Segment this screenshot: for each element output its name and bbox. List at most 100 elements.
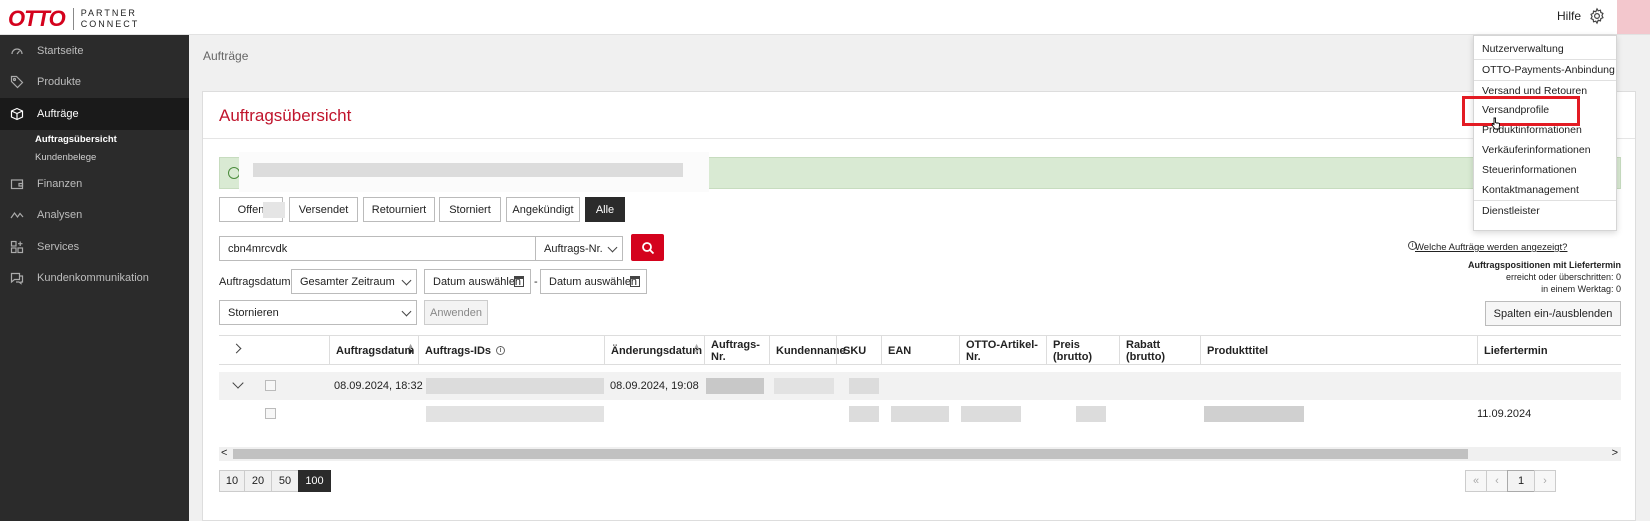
redacted-message (253, 163, 683, 177)
menu-item-verkaeuferinformationen[interactable]: Verkäuferinformationen (1474, 140, 1616, 160)
search-button[interactable] (631, 234, 664, 261)
column-label: EAN (888, 344, 912, 357)
logo-subtitle: PARTNER CONNECT (81, 8, 140, 30)
sidebar-subitem-kundenbelege[interactable]: Kundenbelege (35, 152, 96, 163)
table-row[interactable]: 08.09.2024, 18:32 08.09.2024, 19:08 (219, 372, 1621, 400)
column-label: SKU (843, 344, 867, 357)
grid-plus-icon (10, 240, 24, 254)
column-preis[interactable]: Preis (brutto) (1046, 336, 1119, 365)
delivery-info-line1: erreicht oder überschritten: 0 (1505, 272, 1621, 282)
scroll-thumb[interactable] (233, 449, 1468, 459)
help-link[interactable]: Hilfe (1557, 9, 1581, 23)
logo-sub-line2: CONNECT (80, 19, 140, 29)
chevron-down-icon (607, 242, 618, 253)
date-range-value: Gesamter Zeitraum (300, 276, 395, 288)
calendar-icon[interactable] (514, 276, 524, 287)
tab-retourniert[interactable]: Retourniert (363, 197, 435, 222)
column-liefertermin[interactable]: Liefertermin (1477, 336, 1621, 365)
column-sku[interactable]: SKU (836, 336, 881, 365)
menu-item-nutzerverwaltung[interactable]: Nutzerverwaltung (1474, 39, 1616, 59)
row-checkbox[interactable] (265, 380, 276, 391)
sidebar-item-kundenkommunikation[interactable]: Kundenkommunikation (0, 262, 189, 294)
redacted-price (1076, 406, 1106, 422)
table-row[interactable]: 11.09.2024 (219, 400, 1621, 428)
bulk-action-value: Stornieren (228, 307, 279, 319)
logo-brand: OTTO (8, 6, 66, 31)
page-size-100[interactable]: 100 (298, 470, 331, 492)
order-date: 08.09.2024, 18:32 (334, 380, 423, 392)
gear-icon[interactable] (1588, 7, 1606, 25)
search-icon (641, 241, 654, 254)
pager-prev[interactable]: ‹ (1486, 470, 1508, 492)
bulk-action-select[interactable]: Stornieren (219, 300, 417, 325)
scroll-right-icon[interactable]: > (1612, 447, 1618, 459)
redacted-sku (849, 378, 879, 394)
search-input[interactable]: cbn4mrcvdk (219, 236, 536, 261)
sidebar-item-produkte[interactable]: Produkte (0, 66, 189, 98)
sidebar-item-auftraege[interactable]: Aufträge (0, 98, 189, 130)
page-size-20[interactable]: 20 (244, 470, 272, 492)
column-ean[interactable]: EAN (881, 336, 959, 365)
sidebar-item-finanzen[interactable]: Finanzen (0, 168, 189, 200)
sidebar-item-startseite[interactable]: Startseite (0, 35, 189, 67)
date-to-placeholder: Datum auswählen (549, 276, 638, 288)
apply-label: Anwenden (430, 306, 482, 319)
speedometer-icon (10, 44, 24, 58)
chevron-down-icon[interactable] (232, 377, 244, 389)
main-content: Aufträge Auftragsübersicht Offen Versend… (189, 35, 1650, 521)
search-type-select[interactable]: Auftrags-Nr. (535, 236, 623, 261)
page-size-50[interactable]: 50 (271, 470, 299, 492)
pager-next[interactable]: › (1534, 470, 1556, 492)
chart-line-icon (10, 208, 24, 222)
tab-alle[interactable]: Alle (585, 197, 625, 222)
sidebar-item-analysen[interactable]: Analysen (0, 199, 189, 231)
menu-item-kontaktmanagement[interactable]: Kontaktmanagement (1474, 180, 1616, 200)
column-rabatt[interactable]: Rabatt (brutto) (1119, 336, 1200, 365)
column-kundenname[interactable]: Kundenname (769, 336, 846, 365)
redacted-order-id (426, 378, 604, 394)
date-to-field[interactable]: Datum auswählen (540, 269, 647, 294)
tab-storniert[interactable]: Storniert (439, 197, 501, 222)
page-size-10[interactable]: 10 (219, 470, 245, 492)
apply-button[interactable]: Anwenden (424, 300, 488, 325)
column-label: Änderungsdatum (611, 344, 703, 357)
avatar[interactable] (1617, 0, 1650, 34)
column-auftrags-nr[interactable]: Auftrags-Nr. (704, 336, 769, 365)
tab-label: Angekündigt (512, 203, 574, 216)
horizontal-scrollbar[interactable]: < > (219, 447, 1621, 461)
column-auftragsdatum[interactable]: Auftragsdatum ▲ ▼ (329, 336, 418, 365)
top-bar: OTTO PARTNER CONNECT Hilfe (0, 0, 1650, 35)
wallet-icon (10, 177, 24, 191)
row-checkbox[interactable] (265, 408, 276, 419)
pager-first[interactable]: « (1465, 470, 1487, 492)
calendar-icon[interactable] (630, 276, 640, 287)
tab-label: Storniert (449, 203, 491, 216)
sort-icon[interactable]: ▲ ▼ (407, 343, 414, 356)
column-produkttitel[interactable]: Produkttitel (1200, 336, 1477, 365)
column-label: Preis (brutto) (1053, 338, 1093, 363)
columns-toggle-button[interactable]: Spalten ein-/ausblenden (1485, 301, 1621, 326)
column-otto-artikel-nr[interactable]: OTTO-Artikel-Nr. (959, 336, 1046, 365)
date-from-field[interactable]: Datum auswählen (424, 269, 531, 294)
redacted-sku (849, 406, 879, 422)
redacted-product-title (1204, 406, 1304, 422)
sort-icon[interactable]: ▲ ▼ (693, 343, 700, 356)
otto-partner-connect-logo[interactable]: OTTO PARTNER CONNECT (8, 6, 139, 32)
pager-current[interactable]: 1 (1507, 470, 1535, 492)
date-range-select[interactable]: Gesamter Zeitraum (291, 269, 417, 294)
column-aenderungsdatum[interactable]: Änderungsdatum ▲ ▼ (604, 336, 704, 365)
menu-item-otto-payments[interactable]: OTTO-Payments-Anbindung (1474, 60, 1616, 80)
chevron-right-icon[interactable] (231, 343, 242, 354)
sidebar-subitem-auftragsuebersicht[interactable]: Auftragsübersicht (35, 134, 117, 145)
highlight-box (1462, 96, 1580, 126)
info-link[interactable]: Welche Aufträge werden angezeigt? (1415, 242, 1567, 253)
menu-item-dienstleister[interactable]: Dienstleister (1474, 201, 1616, 221)
tab-versendet[interactable]: Versendet (289, 197, 358, 222)
column-auftrags-ids[interactable]: Auftrags-IDs i (418, 336, 604, 365)
menu-item-steuerinformationen[interactable]: Steuerinformationen (1474, 160, 1616, 180)
sidebar-item-label: Analysen (37, 209, 83, 221)
page-title: Auftragsübersicht (219, 106, 352, 125)
sidebar-item-services[interactable]: Services (0, 231, 189, 263)
scroll-left-icon[interactable]: < (221, 447, 227, 459)
tab-angekuendigt[interactable]: Angekündigt (506, 197, 580, 222)
